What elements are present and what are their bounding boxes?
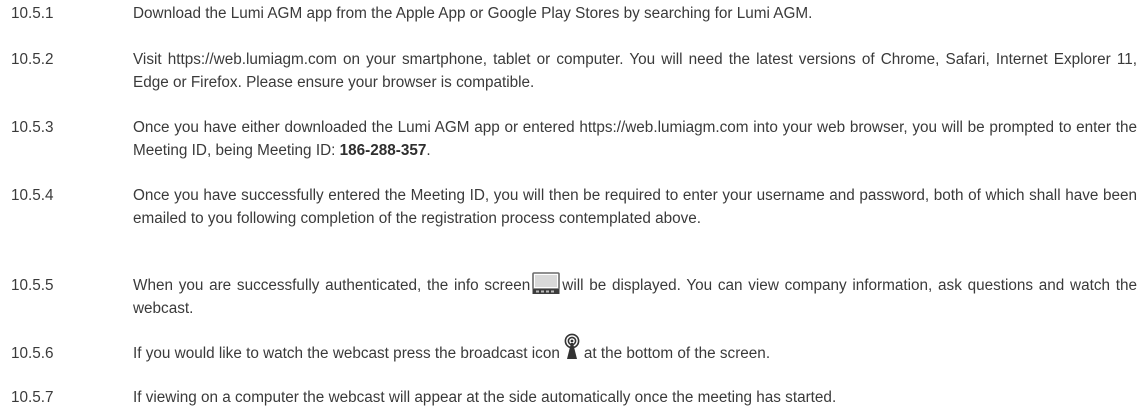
clause-number: 10.5.6 [11, 345, 54, 362]
clause-text-before: When you are successfully authenticated,… [133, 277, 531, 294]
clause-number: 10.5.3 [11, 119, 54, 136]
clause-number: 10.5.1 [11, 5, 54, 22]
clause-text: If viewing on a computer the webcast wil… [133, 389, 837, 406]
clause-text: Once you have either downloaded the Lumi… [133, 116, 1137, 162]
meeting-id: 186-288-357 [339, 142, 427, 159]
clause-number: 10.5.4 [11, 187, 54, 204]
clause-text-before: Once you have either downloaded the Lumi… [133, 119, 1137, 159]
clause-text: Download the Lumi AGM app from the Apple… [133, 5, 813, 22]
clause-number: 10.5.2 [11, 51, 54, 68]
broadcast-icon [564, 333, 580, 361]
clause-10-5-2: 10.5.2 Visit https://web.lumiagm.com on … [11, 48, 1137, 94]
clause-10-5-3: 10.5.3 Once you have either downloaded t… [11, 116, 1137, 162]
clause-10-5-6: 10.5.6 If you would like to watch the we… [11, 333, 1137, 365]
clause-10-5-1: 10.5.1 Download the Lumi AGM app from th… [11, 2, 1137, 25]
clause-10-5-7: 10.5.7 If viewing on a computer the webc… [11, 386, 1137, 409]
clause-text: Once you have successfully entered the M… [133, 187, 1137, 227]
clause-10-5-4: 10.5.4 Once you have successfully entere… [11, 184, 1137, 230]
clause-text: If you would like to watch the webcast p… [133, 333, 1137, 365]
clause-number: 10.5.5 [11, 277, 54, 294]
clause-text: When you are successfully authenticated,… [133, 272, 1137, 320]
clause-text: Visit https://web.lumiagm.com on your sm… [133, 51, 1137, 91]
clause-text-before: If you would like to watch the webcast p… [133, 345, 560, 362]
clause-number: 10.5.7 [11, 389, 54, 406]
clause-10-5-5: 10.5.5 When you are successfully authent… [11, 272, 1137, 320]
info-screen-icon [532, 272, 561, 296]
clause-text-after: at the bottom of the screen. [583, 345, 771, 362]
clause-text-after: . [426, 142, 431, 159]
